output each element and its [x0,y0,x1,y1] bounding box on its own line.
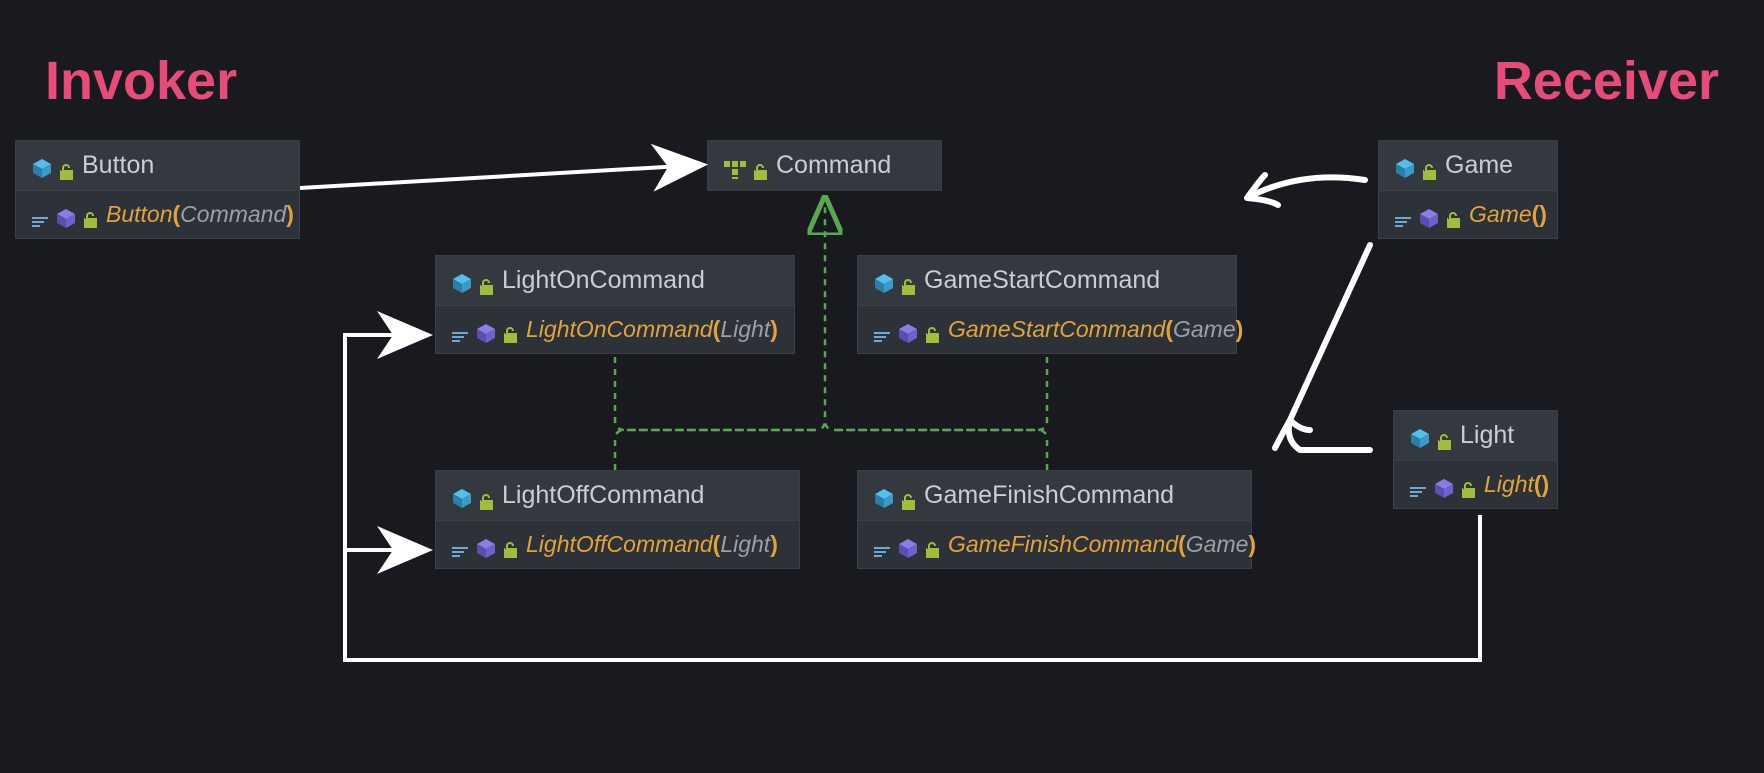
unlock-icon [504,322,518,338]
method-lines-icon [452,538,468,552]
unlock-icon [1438,428,1452,444]
constructor-row: LightOffCommand(Light) [436,521,799,568]
unlock-icon [1447,207,1461,223]
class-header: Light [1394,411,1557,461]
interface-header: Command [708,141,941,190]
class-title: LightOffCommand [502,481,704,510]
method-cube-icon [476,322,496,338]
interface-title: Command [776,151,891,180]
constructor-signature: GameFinishCommand(Game) [948,531,1256,558]
class-header: Game [1379,141,1557,191]
constructor-row: Light() [1394,461,1557,508]
unlock-icon [60,158,74,174]
class-title: Light [1460,421,1514,450]
class-box-light: Light Light() [1393,410,1558,509]
inherit-gamestart [825,357,1047,430]
constructor-signature: LightOnCommand(Light) [526,316,778,343]
class-icon [874,271,894,291]
constructor-signature: Game() [1469,201,1547,228]
constructor-row: GameStartCommand(Game) [858,306,1236,353]
unlock-icon [926,322,940,338]
class-title: Button [82,151,154,180]
class-title: Game [1445,151,1513,180]
method-cube-icon [56,207,76,223]
method-lines-icon [874,323,890,337]
unlock-icon [754,158,768,174]
class-box-gamestart: GameStartCommand GameStartCommand(Game) [857,255,1237,354]
unlock-icon [480,273,494,289]
method-cube-icon [898,537,918,553]
method-cube-icon [898,322,918,338]
class-header: GameStartCommand [858,256,1236,306]
constructor-signature: Button(Command) [106,201,294,228]
unlock-icon [84,207,98,223]
constructor-row: LightOnCommand(Light) [436,306,794,353]
class-title: GameStartCommand [924,266,1160,295]
inherit-lightoff [615,430,815,470]
class-title: GameFinishCommand [924,481,1174,510]
unlock-icon [902,488,916,504]
class-box-lightoff: LightOffCommand LightOffCommand(Light) [435,470,800,569]
inherit-gamefinish [835,430,1047,470]
constructor-row: Game() [1379,191,1557,238]
class-title: LightOnCommand [502,266,705,295]
class-icon [452,271,472,291]
constructor-row: Button(Command) [16,191,299,238]
class-header: GameFinishCommand [858,471,1251,521]
class-icon [32,156,52,176]
class-box-lighton: LightOnCommand LightOnCommand(Light) [435,255,795,354]
class-icon [1395,156,1415,176]
receiver-scribble-light [1275,245,1370,450]
constructor-signature: LightOffCommand(Light) [526,531,778,558]
class-header: LightOnCommand [436,256,794,306]
unlock-icon [480,488,494,504]
method-cube-icon [1419,207,1439,223]
unlock-icon [1462,477,1476,493]
constructor-row: GameFinishCommand(Game) [858,521,1251,568]
unlock-icon [902,273,916,289]
receiver-scribble-game [1247,175,1365,205]
class-header: Button [16,141,299,191]
constructor-signature: GameStartCommand(Game) [948,316,1243,343]
constructor-signature: Light() [1484,471,1549,498]
connectors-layer [0,0,1764,773]
method-lines-icon [32,208,48,222]
method-lines-icon [1395,208,1411,222]
arrow-button-to-command [300,165,700,188]
invoker-label: Invoker [45,50,237,112]
class-box-button: Button Button(Command) [15,140,300,239]
receiver-label: Receiver [1494,50,1719,112]
interface-box-command: Command [707,140,942,191]
unlock-icon [504,537,518,553]
class-icon [874,486,894,506]
unlock-icon [926,537,940,553]
interface-icon [724,157,746,175]
class-box-game: Game Game() [1378,140,1558,239]
class-box-gamefinish: GameFinishCommand GameFinishCommand(Game… [857,470,1252,569]
method-lines-icon [1410,478,1426,492]
class-header: LightOffCommand [436,471,799,521]
method-cube-icon [1434,477,1454,493]
class-icon [452,486,472,506]
method-lines-icon [874,538,890,552]
method-lines-icon [452,323,468,337]
unlock-icon [1423,158,1437,174]
class-icon [1410,426,1430,446]
method-cube-icon [476,537,496,553]
